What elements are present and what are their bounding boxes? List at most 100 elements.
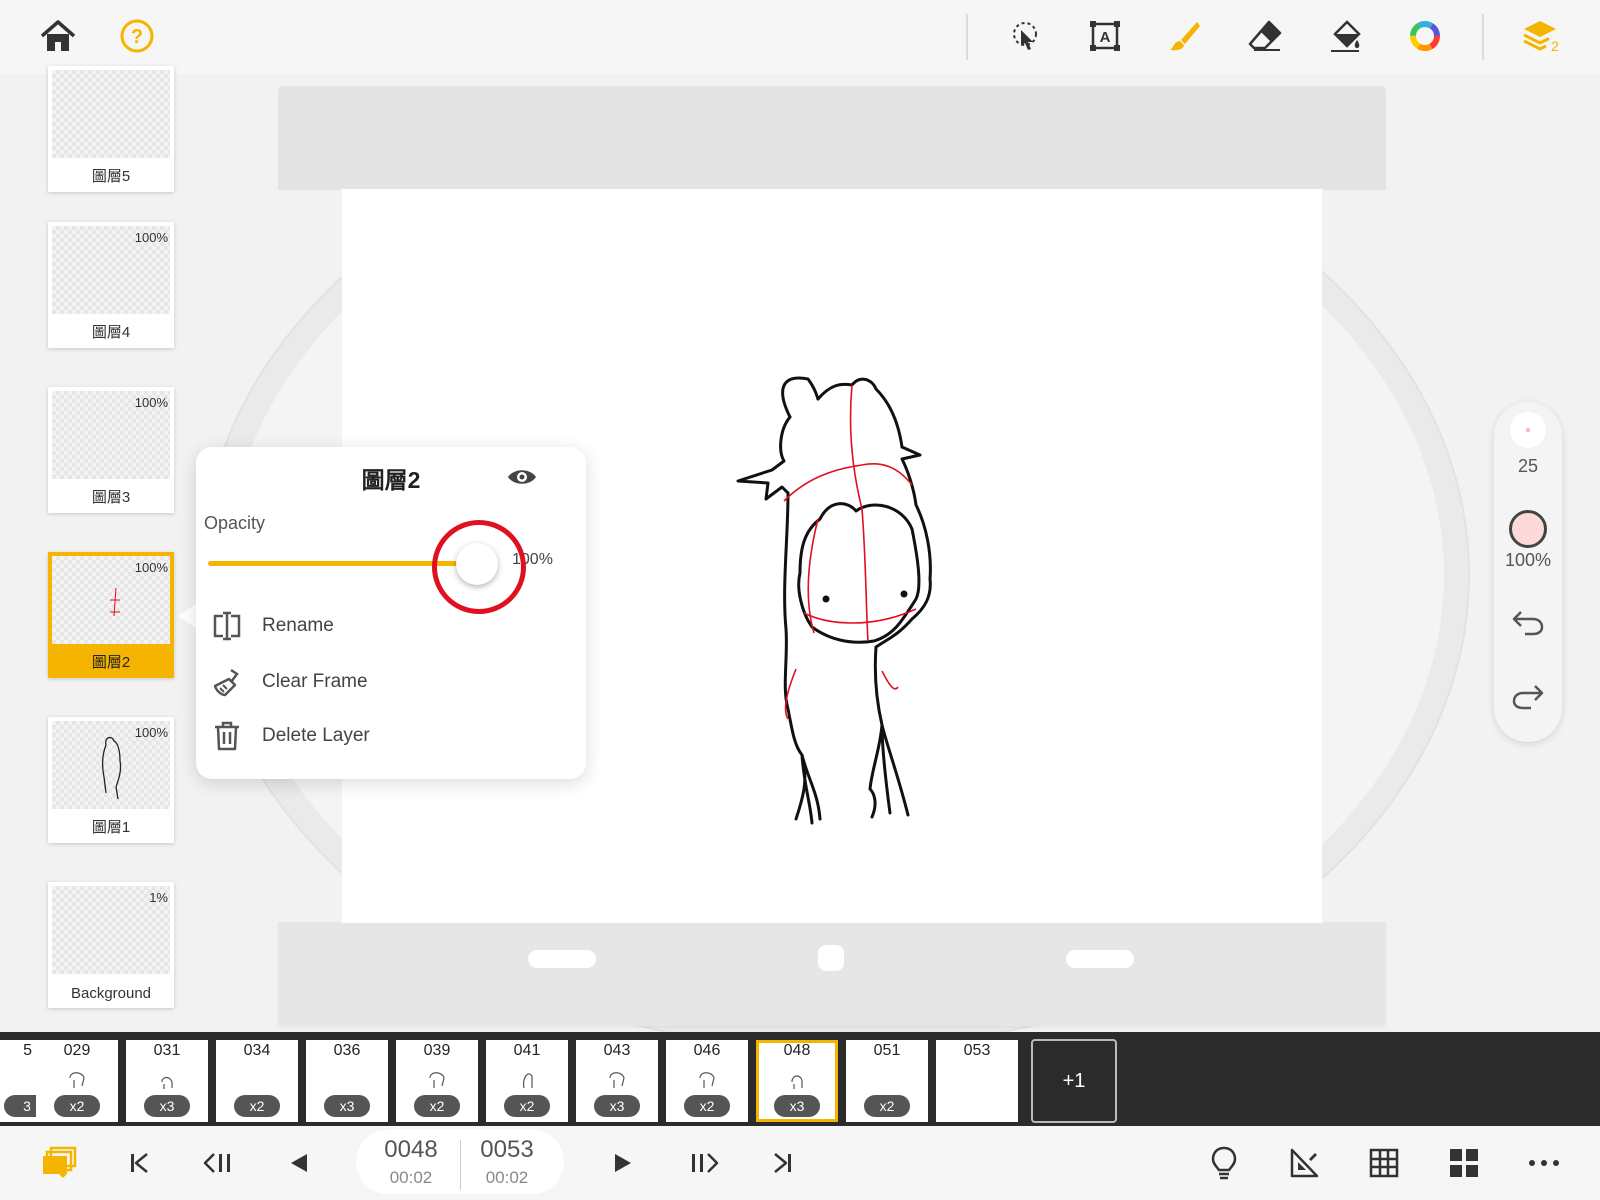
layer-card-4[interactable]: 100% 圖層4	[48, 222, 174, 348]
clear-frame-menu-item[interactable]: Clear Frame	[210, 659, 570, 705]
stage-handle-right	[1066, 950, 1134, 968]
frame-number: 046	[693, 1042, 721, 1059]
frame-timeline: 5 3 029 x2 031 x3 034 x2 036 x3 039 x2 0…	[0, 1032, 1600, 1126]
gallery-icon[interactable]	[1441, 1140, 1487, 1186]
lightbulb-icon[interactable]	[1201, 1140, 1247, 1186]
frame-hold-badge: x2	[504, 1095, 550, 1117]
layer-card-2[interactable]: 100% 圖層2	[48, 552, 174, 678]
frame-hold-badge: x3	[324, 1095, 370, 1117]
layer-name: 圖層5	[91, 168, 131, 185]
timeline-frame[interactable]: 031 x3	[126, 1040, 208, 1122]
layer-options-popup: 圖層2 Opacity 100% Rename Clear Frame Dele…	[196, 447, 586, 779]
brush-opacity-control[interactable]	[1509, 510, 1547, 548]
grid-icon[interactable]	[1361, 1140, 1407, 1186]
text-tool-icon[interactable]: A	[1083, 14, 1127, 58]
ruler-icon[interactable]	[1281, 1140, 1327, 1186]
timeline-frame-partial[interactable]: 5 3	[0, 1040, 50, 1122]
toolbar-divider	[966, 14, 968, 60]
counter-divider	[460, 1140, 461, 1190]
frame-number: 041	[513, 1042, 541, 1059]
timeline-frame[interactable]: 053	[936, 1040, 1018, 1122]
layer-card-background[interactable]: 1% Background	[48, 882, 174, 1008]
frame-counter: 0048 00:02 0053 00:02	[356, 1130, 564, 1194]
add-frame-button[interactable]: +1	[1031, 1039, 1117, 1123]
stage-handle-center[interactable]	[818, 945, 844, 971]
color-wheel-icon[interactable]	[1403, 14, 1447, 58]
brush-sidebar: 25 100%	[1494, 402, 1562, 742]
step-forward-icon[interactable]	[680, 1140, 726, 1186]
svg-text:2: 2	[1551, 38, 1559, 54]
timeline-frame[interactable]: 034 x2	[216, 1040, 298, 1122]
brush-size-dot	[1526, 428, 1530, 432]
previous-frame-icon[interactable]	[276, 1140, 322, 1186]
lasso-select-icon[interactable]	[1003, 14, 1047, 58]
stage-bottom-panel	[278, 922, 1386, 1026]
timeline-frame[interactable]: 036 x3	[306, 1040, 388, 1122]
trash-icon	[210, 719, 244, 753]
timeline-frame[interactable]: 046 x2	[666, 1040, 748, 1122]
frame-thumbnail	[791, 1075, 803, 1089]
current-frame-time: 00:02	[389, 1168, 433, 1187]
layer-opacity: 100%	[134, 395, 168, 410]
timeline-frame-current[interactable]: 048 x3	[756, 1040, 838, 1122]
frame-number: 043	[603, 1042, 631, 1059]
frame-thumbnail	[69, 1072, 85, 1088]
frame-number: 053	[963, 1042, 991, 1059]
delete-layer-menu-item[interactable]: Delete Layer	[210, 713, 570, 759]
frame-number: 031	[153, 1042, 181, 1059]
timeline-frame[interactable]: 029 x2	[36, 1040, 118, 1122]
current-frame-number: 0048	[384, 1136, 438, 1163]
rename-menu-item[interactable]: Rename	[210, 603, 570, 649]
total-frame-number: 0053	[480, 1136, 534, 1163]
onion-skin-icon[interactable]	[36, 1140, 82, 1186]
svg-text:A: A	[1100, 29, 1111, 46]
frame-hold-badge: x2	[54, 1095, 100, 1117]
timeline-frame[interactable]: 039 x2	[396, 1040, 478, 1122]
frame-number: 034	[243, 1042, 271, 1059]
last-frame-icon[interactable]	[760, 1140, 806, 1186]
opacity-slider-track[interactable]	[208, 561, 462, 566]
frame-thumbnail	[161, 1076, 173, 1089]
fill-bucket-icon[interactable]	[1323, 14, 1367, 58]
layer-card-1[interactable]: 100% 圖層1	[48, 717, 174, 843]
top-toolbar: ? A 2	[0, 0, 1600, 74]
step-back-icon[interactable]	[196, 1140, 242, 1186]
undo-icon[interactable]	[1511, 608, 1545, 636]
rename-label: Rename	[262, 615, 334, 636]
brush-tool-icon[interactable]	[1163, 14, 1207, 58]
frame-number: 039	[423, 1042, 451, 1059]
frame-number: 029	[63, 1042, 91, 1059]
layer-name: 圖層1	[91, 819, 131, 836]
frame-hold-badge: x2	[234, 1095, 280, 1117]
play-icon[interactable]	[600, 1140, 646, 1186]
rename-icon	[210, 609, 244, 643]
playback-bar: 0048 00:02 0053 00:02	[0, 1126, 1600, 1200]
help-icon[interactable]: ?	[115, 14, 159, 58]
layer-name: Background	[70, 985, 152, 1002]
eraser-tool-icon[interactable]	[1243, 14, 1287, 58]
brush-size-control[interactable]	[1510, 412, 1546, 448]
clear-frame-label: Clear Frame	[262, 671, 368, 692]
timeline-frame[interactable]: 043 x3	[576, 1040, 658, 1122]
home-icon[interactable]	[36, 14, 80, 58]
eye-icon[interactable]	[506, 465, 538, 489]
frame-hold-badge: x2	[684, 1095, 730, 1117]
frame-thumbnail	[699, 1072, 715, 1088]
toolbar-divider	[1482, 14, 1484, 60]
timeline-frame[interactable]: 041 x2	[486, 1040, 568, 1122]
layer-opacity: 100%	[134, 725, 168, 740]
brush-opacity-value: 100%	[1504, 550, 1552, 570]
layers-icon[interactable]: 2	[1520, 14, 1564, 58]
timeline-frame[interactable]: 051 x2	[846, 1040, 928, 1122]
first-frame-icon[interactable]	[116, 1140, 162, 1186]
layer-card-5[interactable]: 圖層5	[48, 66, 174, 192]
layer-name: 圖層4	[91, 324, 131, 341]
frame-number: 036	[333, 1042, 361, 1059]
redo-icon[interactable]	[1511, 682, 1545, 710]
more-options-icon[interactable]	[1521, 1140, 1567, 1186]
layer-card-3[interactable]: 100% 圖層3	[48, 387, 174, 513]
broom-icon	[210, 665, 244, 699]
frame-hold-badge: x3	[144, 1095, 190, 1117]
layer-name: 圖層2	[91, 654, 131, 671]
frame-number: 048	[783, 1042, 811, 1059]
